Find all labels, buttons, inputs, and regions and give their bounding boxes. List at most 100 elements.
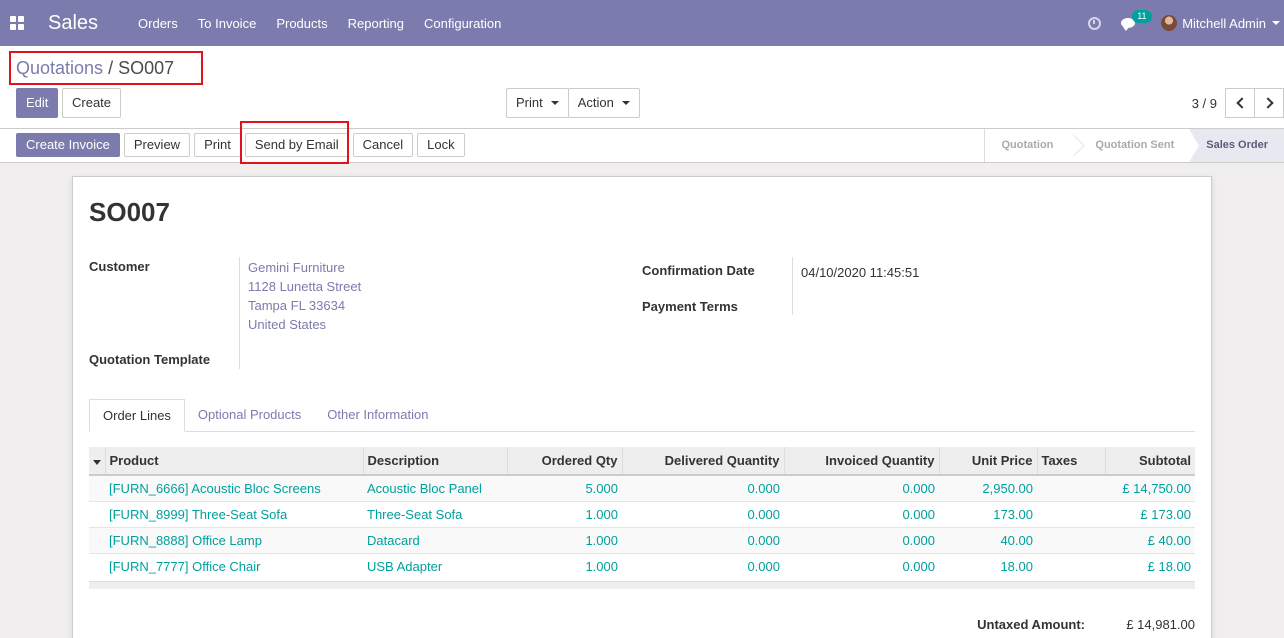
action-dropdown-button[interactable]: Action <box>567 88 640 118</box>
cell-product[interactable]: [FURN_6666] Acoustic Bloc Screens <box>105 474 363 501</box>
menu-configuration[interactable]: Configuration <box>424 16 501 31</box>
chat-count-badge: 11 <box>1132 10 1152 23</box>
cell-taxes[interactable] <box>1037 474 1105 501</box>
quotation-template-label: Quotation Template <box>89 352 211 367</box>
cell-subtotal[interactable]: £ 40.00 <box>1105 526 1195 553</box>
column-header-product[interactable]: Product <box>104 447 363 476</box>
tab-other-information[interactable]: Other Information <box>314 399 441 432</box>
cell-subtotal[interactable]: £ 173.00 <box>1105 500 1195 527</box>
menu-to-invoice[interactable]: To Invoice <box>198 16 257 31</box>
cell-delivered-qty[interactable]: 0.000 <box>622 474 784 501</box>
cell-product[interactable]: [FURN_8888] Office Lamp <box>105 526 363 553</box>
cell-delivered-qty[interactable]: 0.000 <box>622 526 784 553</box>
cell-product[interactable]: [FURN_8999] Three-Seat Sofa <box>105 500 363 527</box>
column-header-unit-price[interactable]: Unit Price <box>938 447 1037 476</box>
notebook-tabs: Order Lines Optional Products Other Info… <box>89 399 1195 432</box>
cell-ordered-qty[interactable]: 5.000 <box>507 474 622 501</box>
edit-button[interactable]: Edit <box>16 88 59 118</box>
cell-taxes[interactable] <box>1037 500 1105 527</box>
cell-unit-price[interactable]: 173.00 <box>939 500 1037 527</box>
print-dropdown-label: Print <box>516 95 543 110</box>
pager-next-button[interactable] <box>1254 88 1284 118</box>
cell-delivered-qty[interactable]: 0.000 <box>622 500 784 527</box>
tab-optional-products[interactable]: Optional Products <box>185 399 314 432</box>
pager: 3 / 9 <box>1192 88 1284 118</box>
user-menu-name[interactable]: Mitchell Admin <box>1182 16 1266 31</box>
column-header-invoiced-qty[interactable]: Invoiced Quantity <box>783 447 939 476</box>
cell-invoiced-qty[interactable]: 0.000 <box>784 474 939 501</box>
lock-button[interactable]: Lock <box>417 133 465 157</box>
print-button[interactable]: Print <box>194 133 241 157</box>
column-header-delivered-qty[interactable]: Delivered Quantity <box>621 447 784 476</box>
cell-ordered-qty[interactable]: 1.000 <box>507 526 622 553</box>
cell-invoiced-qty[interactable]: 0.000 <box>784 526 939 553</box>
user-avatar[interactable] <box>1161 15 1178 31</box>
field-divider <box>239 257 240 369</box>
chevron-right-icon <box>1261 97 1274 109</box>
pager-previous-button[interactable] <box>1225 88 1255 118</box>
apps-menu-icon[interactable] <box>10 16 24 30</box>
tab-order-lines[interactable]: Order Lines <box>89 399 185 432</box>
breadcrumb-quotations-link[interactable]: Quotations <box>16 58 103 78</box>
cell-ordered-qty[interactable]: 1.000 <box>507 552 622 579</box>
breadcrumb-current: SO007 <box>118 58 175 78</box>
breadcrumb-separator: / <box>108 58 114 78</box>
cell-delivered-qty[interactable]: 0.000 <box>622 552 784 579</box>
stage-quotation-sent[interactable]: Quotation Sent <box>1079 129 1190 162</box>
print-dropdown-button[interactable]: Print <box>506 88 569 118</box>
cell-subtotal[interactable]: £ 14,750.00 <box>1105 474 1195 501</box>
cell-taxes[interactable] <box>1037 526 1105 553</box>
customer-address[interactable]: Gemini Furniture 1128 Lunetta Street Tam… <box>248 258 361 334</box>
untaxed-amount-label: Untaxed Amount: <box>977 617 1085 632</box>
activity-clock-icon[interactable] <box>1088 16 1102 30</box>
menu-reporting[interactable]: Reporting <box>348 16 404 31</box>
cell-unit-price[interactable]: 18.00 <box>939 552 1037 579</box>
form-sheet: SO007 Customer Gemini Furniture 1128 Lun… <box>72 176 1212 638</box>
cell-description[interactable]: USB Adapter <box>363 552 507 579</box>
stage-sales-order[interactable]: Sales Order <box>1189 129 1284 162</box>
table-row[interactable]: [FURN_8888] Office Lamp Datacard 1.000 0… <box>89 526 1195 553</box>
pager-value[interactable]: 3 / 9 <box>1192 96 1217 111</box>
column-header-ordered-qty[interactable]: Ordered Qty <box>506 447 622 476</box>
preview-button[interactable]: Preview <box>123 133 191 157</box>
cell-ordered-qty[interactable]: 1.000 <box>507 500 622 527</box>
send-by-email-button[interactable]: Send by Email <box>244 133 349 157</box>
cell-unit-price[interactable]: 40.00 <box>939 526 1037 553</box>
breadcrumb: Quotations / SO007 <box>16 58 174 79</box>
menu-orders[interactable]: Orders <box>138 16 178 31</box>
form-statusbar: Create Invoice Preview Print Send by Ema… <box>0 129 1284 163</box>
cell-description[interactable]: Three-Seat Sofa <box>363 500 507 527</box>
column-header-subtotal[interactable]: Subtotal <box>1104 447 1195 476</box>
customer-name-link[interactable]: Gemini Furniture <box>248 258 361 277</box>
confirmation-date-label: Confirmation Date <box>642 263 755 278</box>
table-row[interactable]: [FURN_8999] Three-Seat Sofa Three-Seat S… <box>89 500 1195 527</box>
cell-product[interactable]: [FURN_7777] Office Chair <box>105 552 363 579</box>
column-header-taxes[interactable]: Taxes <box>1036 447 1105 476</box>
customer-label: Customer <box>89 259 150 274</box>
column-header-description[interactable]: Description <box>362 447 507 476</box>
cell-unit-price[interactable]: 2,950.00 <box>939 474 1037 501</box>
print-caret-icon <box>550 101 559 105</box>
table-row[interactable]: [FURN_7777] Office Chair USB Adapter 1.0… <box>89 552 1195 579</box>
row-spacer <box>89 474 105 501</box>
sort-toggle[interactable] <box>89 447 105 476</box>
create-button[interactable]: Create <box>62 88 122 118</box>
app-name[interactable]: Sales <box>48 12 98 35</box>
cancel-button[interactable]: Cancel <box>352 133 414 157</box>
cell-invoiced-qty[interactable]: 0.000 <box>784 500 939 527</box>
menu-products[interactable]: Products <box>276 16 327 31</box>
cell-description[interactable]: Datacard <box>363 526 507 553</box>
sort-caret-icon <box>93 460 101 465</box>
top-navbar: Sales Orders To Invoice Products Reporti… <box>0 0 1284 46</box>
messaging-chat-icon[interactable]: 11 <box>1121 10 1152 31</box>
stage-quotation[interactable]: Quotation <box>985 129 1069 162</box>
table-row[interactable]: [FURN_6666] Acoustic Bloc Screens Acoust… <box>89 474 1195 501</box>
cell-taxes[interactable] <box>1037 552 1105 579</box>
cell-description[interactable]: Acoustic Bloc Panel <box>363 474 507 501</box>
cell-subtotal[interactable]: £ 18.00 <box>1105 552 1195 579</box>
user-menu-caret-icon[interactable] <box>1272 21 1280 25</box>
document-title: SO007 <box>89 197 170 227</box>
create-invoice-button[interactable]: Create Invoice <box>16 133 120 157</box>
cell-invoiced-qty[interactable]: 0.000 <box>784 552 939 579</box>
customer-city: Tampa FL 33634 <box>248 298 346 313</box>
